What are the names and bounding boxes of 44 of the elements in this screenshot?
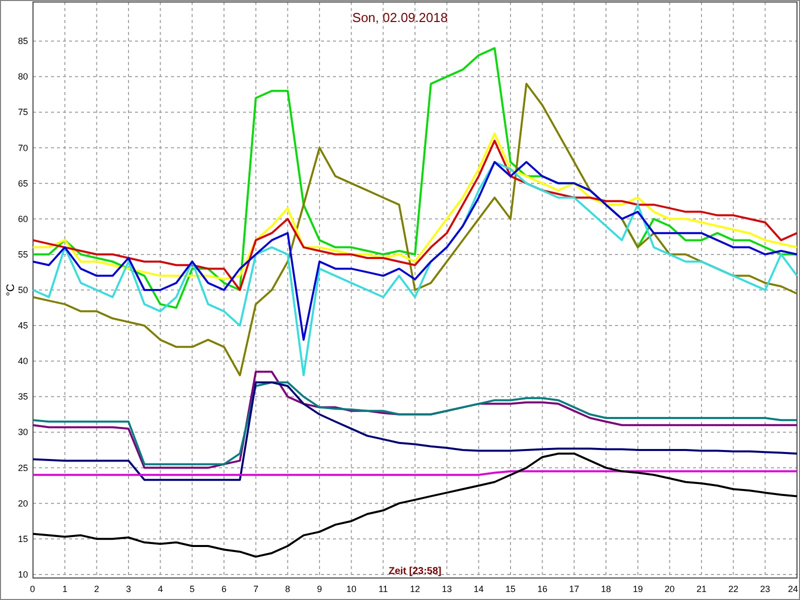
- y-tick-label: 20: [18, 498, 28, 508]
- x-tick-label: 18: [601, 584, 611, 594]
- y-tick-label: 15: [18, 534, 28, 544]
- y-tick-label: 50: [18, 285, 28, 295]
- y-tick-label: 10: [18, 569, 28, 580]
- x-tick-label: 10: [346, 584, 356, 594]
- x-tick-label: 21: [696, 584, 706, 594]
- x-tick-label: 5: [190, 584, 195, 594]
- x-tick-label: 0: [30, 584, 36, 594]
- y-tick-label: 60: [18, 214, 28, 224]
- chart-title: Son, 02.09.2018: [352, 10, 448, 25]
- x-tick-label: 20: [664, 584, 675, 594]
- y-tick-label: 40: [18, 356, 28, 366]
- y-tick-label: 80: [18, 72, 28, 82]
- y-tick-label: 85: [18, 36, 28, 46]
- y-tick-label: 75: [18, 107, 28, 118]
- y-tick-label: 55: [18, 249, 28, 260]
- x-tick-label: 24: [788, 584, 798, 594]
- x-tick-label: 2: [94, 584, 100, 594]
- y-tick-label: 25: [18, 462, 28, 473]
- x-tick-label: 11: [378, 584, 388, 594]
- x-tick-label: 1: [62, 584, 68, 594]
- y-axis-label: °C: [5, 284, 17, 296]
- y-tick-label: 70: [18, 142, 28, 153]
- y-tick-label: 45: [18, 320, 28, 331]
- x-tick-label: 4: [158, 584, 163, 594]
- x-axis-label: Zeit [23:58]: [388, 566, 442, 577]
- x-tick-label: 12: [410, 584, 420, 594]
- x-tick-label: 17: [569, 584, 580, 594]
- x-tick-label: 13: [442, 584, 452, 594]
- x-tick-label: 14: [474, 584, 484, 594]
- x-tick-label: 22: [728, 584, 738, 594]
- x-tick-label: 7: [253, 584, 258, 594]
- x-tick-label: 23: [760, 584, 770, 594]
- x-tick-label: 3: [126, 584, 131, 594]
- x-tick-label: 9: [317, 584, 322, 594]
- x-tick-label: 6: [222, 584, 226, 594]
- y-tick-label: 35: [18, 392, 28, 402]
- y-tick-label: 30: [18, 427, 28, 438]
- y-tick-label: 65: [18, 178, 28, 188]
- x-tick-label: 19: [632, 584, 643, 594]
- x-tick-label: 16: [537, 584, 548, 594]
- x-tick-label: 15: [506, 584, 516, 594]
- x-tick-label: 8: [285, 584, 290, 594]
